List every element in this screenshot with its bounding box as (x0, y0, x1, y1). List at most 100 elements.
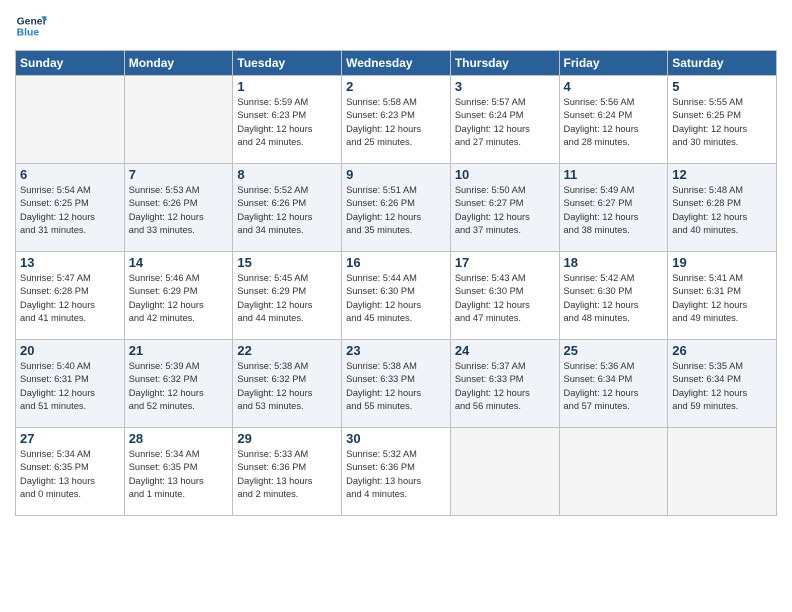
day-info: Sunrise: 5:46 AM Sunset: 6:29 PM Dayligh… (129, 272, 229, 326)
day-info: Sunrise: 5:55 AM Sunset: 6:25 PM Dayligh… (672, 96, 772, 150)
day-number: 22 (237, 343, 337, 358)
calendar-day-cell: 5 Sunrise: 5:55 AM Sunset: 6:25 PM Daylig… (668, 76, 777, 164)
day-number: 11 (564, 167, 664, 182)
day-number: 27 (20, 431, 120, 446)
day-info: Sunrise: 5:41 AM Sunset: 6:31 PM Dayligh… (672, 272, 772, 326)
day-info: Sunrise: 5:32 AM Sunset: 6:36 PM Dayligh… (346, 448, 446, 502)
day-info: Sunrise: 5:36 AM Sunset: 6:34 PM Dayligh… (564, 360, 664, 414)
calendar-day-cell: 15 Sunrise: 5:45 AM Sunset: 6:29 PM Dayli… (233, 252, 342, 340)
calendar-day-cell: 13 Sunrise: 5:47 AM Sunset: 6:28 PM Dayli… (16, 252, 125, 340)
calendar-day-cell (16, 76, 125, 164)
day-info: Sunrise: 5:54 AM Sunset: 6:25 PM Dayligh… (20, 184, 120, 238)
day-number: 17 (455, 255, 555, 270)
calendar-day-cell: 19 Sunrise: 5:41 AM Sunset: 6:31 PM Dayli… (668, 252, 777, 340)
calendar-day-cell: 14 Sunrise: 5:46 AM Sunset: 6:29 PM Dayli… (124, 252, 233, 340)
day-info: Sunrise: 5:57 AM Sunset: 6:24 PM Dayligh… (455, 96, 555, 150)
calendar-day-cell: 9 Sunrise: 5:51 AM Sunset: 6:26 PM Daylig… (342, 164, 451, 252)
day-number: 28 (129, 431, 229, 446)
day-number: 5 (672, 79, 772, 94)
calendar-day-cell: 28Sunrise: 5:34 AM Sunset: 6:35 PM Dayli… (124, 428, 233, 516)
weekday-header: Tuesday (233, 51, 342, 76)
day-number: 9 (346, 167, 446, 182)
calendar-day-cell: 7 Sunrise: 5:53 AM Sunset: 6:26 PM Daylig… (124, 164, 233, 252)
day-number: 7 (129, 167, 229, 182)
day-number: 25 (564, 343, 664, 358)
day-number: 4 (564, 79, 664, 94)
day-number: 1 (237, 79, 337, 94)
calendar-day-cell: 1Sunrise: 5:59 AM Sunset: 6:23 PM Daylig… (233, 76, 342, 164)
day-info: Sunrise: 5:34 AM Sunset: 6:35 PM Dayligh… (20, 448, 120, 502)
calendar-day-cell (668, 428, 777, 516)
logo-icon: General Blue (15, 10, 47, 42)
weekday-header: Friday (559, 51, 668, 76)
day-number: 12 (672, 167, 772, 182)
calendar-week-row: 6 Sunrise: 5:54 AM Sunset: 6:25 PM Daylig… (16, 164, 777, 252)
day-info: Sunrise: 5:58 AM Sunset: 6:23 PM Dayligh… (346, 96, 446, 150)
calendar-day-cell: 23 Sunrise: 5:38 AM Sunset: 6:33 PM Dayli… (342, 340, 451, 428)
logo: General Blue (15, 10, 47, 42)
calendar-day-cell: 27 Sunrise: 5:34 AM Sunset: 6:35 PM Dayli… (16, 428, 125, 516)
day-info: Sunrise: 5:43 AM Sunset: 6:30 PM Dayligh… (455, 272, 555, 326)
day-number: 24 (455, 343, 555, 358)
calendar-day-cell: 18 Sunrise: 5:42 AM Sunset: 6:30 PM Dayli… (559, 252, 668, 340)
day-number: 16 (346, 255, 446, 270)
day-number: 6 (20, 167, 120, 182)
day-info: Sunrise: 5:45 AM Sunset: 6:29 PM Dayligh… (237, 272, 337, 326)
day-info: Sunrise: 5:51 AM Sunset: 6:26 PM Dayligh… (346, 184, 446, 238)
calendar-day-cell: 26Sunrise: 5:35 AM Sunset: 6:34 PM Dayli… (668, 340, 777, 428)
day-info: Sunrise: 5:50 AM Sunset: 6:27 PM Dayligh… (455, 184, 555, 238)
day-number: 23 (346, 343, 446, 358)
day-info: Sunrise: 5:38 AM Sunset: 6:32 PM Dayligh… (237, 360, 337, 414)
weekday-header: Sunday (16, 51, 125, 76)
day-number: 26 (672, 343, 772, 358)
weekday-header: Monday (124, 51, 233, 76)
calendar-day-cell: 24 Sunrise: 5:37 AM Sunset: 6:33 PM Dayli… (450, 340, 559, 428)
calendar-day-cell: 4 Sunrise: 5:56 AM Sunset: 6:24 PM Daylig… (559, 76, 668, 164)
day-number: 3 (455, 79, 555, 94)
page: General Blue SundayMondayTuesdayWednesda… (0, 0, 792, 612)
day-info: Sunrise: 5:48 AM Sunset: 6:28 PM Dayligh… (672, 184, 772, 238)
day-info: Sunrise: 5:40 AM Sunset: 6:31 PM Dayligh… (20, 360, 120, 414)
calendar-week-row: 13 Sunrise: 5:47 AM Sunset: 6:28 PM Dayli… (16, 252, 777, 340)
day-number: 14 (129, 255, 229, 270)
calendar-day-cell: 21 Sunrise: 5:39 AM Sunset: 6:32 PM Dayli… (124, 340, 233, 428)
calendar-day-cell: 20 Sunrise: 5:40 AM Sunset: 6:31 PM Dayli… (16, 340, 125, 428)
day-number: 20 (20, 343, 120, 358)
calendar-day-cell: 8 Sunrise: 5:52 AM Sunset: 6:26 PM Daylig… (233, 164, 342, 252)
day-info: Sunrise: 5:37 AM Sunset: 6:33 PM Dayligh… (455, 360, 555, 414)
calendar-day-cell (559, 428, 668, 516)
day-info: Sunrise: 5:52 AM Sunset: 6:26 PM Dayligh… (237, 184, 337, 238)
day-number: 15 (237, 255, 337, 270)
day-info: Sunrise: 5:44 AM Sunset: 6:30 PM Dayligh… (346, 272, 446, 326)
calendar-day-cell: 25 Sunrise: 5:36 AM Sunset: 6:34 PM Dayli… (559, 340, 668, 428)
calendar-day-cell: 2Sunrise: 5:58 AM Sunset: 6:23 PM Daylig… (342, 76, 451, 164)
day-number: 18 (564, 255, 664, 270)
weekday-header-row: SundayMondayTuesdayWednesdayThursdayFrid… (16, 51, 777, 76)
day-number: 19 (672, 255, 772, 270)
calendar-day-cell: 30Sunrise: 5:32 AM Sunset: 6:36 PM Dayli… (342, 428, 451, 516)
day-info: Sunrise: 5:33 AM Sunset: 6:36 PM Dayligh… (237, 448, 337, 502)
calendar-day-cell: 3 Sunrise: 5:57 AM Sunset: 6:24 PM Daylig… (450, 76, 559, 164)
weekday-header: Saturday (668, 51, 777, 76)
day-info: Sunrise: 5:56 AM Sunset: 6:24 PM Dayligh… (564, 96, 664, 150)
day-number: 8 (237, 167, 337, 182)
day-info: Sunrise: 5:39 AM Sunset: 6:32 PM Dayligh… (129, 360, 229, 414)
calendar-day-cell: 29Sunrise: 5:33 AM Sunset: 6:36 PM Dayli… (233, 428, 342, 516)
calendar-week-row: 20 Sunrise: 5:40 AM Sunset: 6:31 PM Dayli… (16, 340, 777, 428)
calendar-week-row: 27 Sunrise: 5:34 AM Sunset: 6:35 PM Dayli… (16, 428, 777, 516)
svg-text:Blue: Blue (17, 28, 40, 39)
calendar-day-cell: 12 Sunrise: 5:48 AM Sunset: 6:28 PM Dayli… (668, 164, 777, 252)
calendar-day-cell (124, 76, 233, 164)
calendar-day-cell: 6 Sunrise: 5:54 AM Sunset: 6:25 PM Daylig… (16, 164, 125, 252)
weekday-header: Thursday (450, 51, 559, 76)
calendar-day-cell: 17 Sunrise: 5:43 AM Sunset: 6:30 PM Dayli… (450, 252, 559, 340)
day-number: 21 (129, 343, 229, 358)
day-info: Sunrise: 5:42 AM Sunset: 6:30 PM Dayligh… (564, 272, 664, 326)
day-info: Sunrise: 5:38 AM Sunset: 6:33 PM Dayligh… (346, 360, 446, 414)
calendar-day-cell: 10Sunrise: 5:50 AM Sunset: 6:27 PM Dayli… (450, 164, 559, 252)
day-number: 13 (20, 255, 120, 270)
header: General Blue (15, 10, 777, 42)
day-info: Sunrise: 5:53 AM Sunset: 6:26 PM Dayligh… (129, 184, 229, 238)
day-info: Sunrise: 5:49 AM Sunset: 6:27 PM Dayligh… (564, 184, 664, 238)
day-info: Sunrise: 5:47 AM Sunset: 6:28 PM Dayligh… (20, 272, 120, 326)
